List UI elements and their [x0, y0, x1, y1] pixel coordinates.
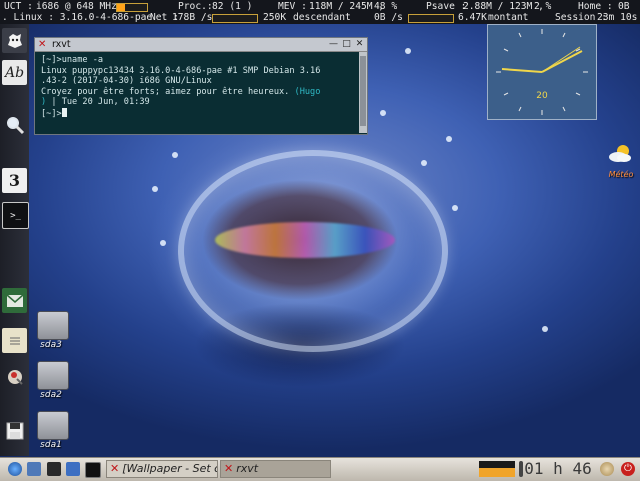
left-dock: Ab 3 >_ [0, 24, 29, 456]
download-bar [212, 14, 258, 23]
console-icon[interactable] [85, 462, 101, 478]
water-drop [152, 186, 158, 192]
weather-widget[interactable]: Météo [606, 140, 636, 180]
taskbar-clock[interactable]: 01 h 46 [524, 459, 592, 479]
psave-percent: 2 % [534, 1, 552, 12]
conky-status-bar: UCT : i686 @ 648 MHz Proc.: 82 (1 ) MEV … [0, 0, 640, 24]
terminal-line: [~]>uname -a [41, 55, 104, 65]
drive-sda2-label: sda2 [40, 390, 62, 400]
drive-sda1-label: sda1 [40, 440, 62, 450]
water-drop [172, 152, 178, 158]
puppy-logo-icon[interactable] [2, 28, 27, 53]
power-icon[interactable]: ⏻ [621, 462, 635, 476]
file-manager-icon[interactable] [66, 462, 80, 476]
maximize-button[interactable]: □ [341, 39, 352, 49]
rxvt-app-icon: ✕ [38, 39, 47, 50]
date-line: | Tue 20 Jun, 01:39 [46, 97, 150, 108]
terminal-line: Croyez pour être forts; aimez pour être … [41, 86, 290, 97]
second-hand [541, 46, 581, 73]
water-drop [160, 240, 166, 246]
task-app-icon: ✕ [110, 462, 120, 475]
download-total: 250K [263, 12, 287, 23]
session-value: 23m 10s [597, 12, 638, 23]
scrollbar-thumb[interactable] [360, 56, 366, 126]
analog-clock-widget: 20 [487, 24, 597, 120]
gauge-icon[interactable] [600, 462, 614, 476]
tray-separator [519, 461, 523, 477]
taskbar: ✕ [Wallpaper - Set c ✕ rxvt 01 h 46 ⏻ [0, 457, 640, 481]
water-drop [405, 48, 411, 54]
terminal-icon[interactable]: >_ [2, 202, 29, 229]
terminal-prompt: [~]> [41, 108, 62, 119]
weather-label: Météo [608, 170, 634, 179]
show-desktop-icon[interactable] [27, 462, 41, 476]
drive-sda1-icon[interactable] [37, 411, 69, 440]
upload-bar [408, 14, 454, 23]
task-label: [Wallpaper - Set c [122, 462, 218, 475]
menu-globe-icon[interactable] [8, 462, 22, 476]
puppy-three-icon[interactable]: 3 [2, 168, 27, 193]
proc-value: 82 (1 ) [212, 1, 253, 12]
terminal-title: rxvt [52, 39, 71, 50]
terminal-window[interactable]: ✕ rxvt — □ ✕ [~]>uname -a Linux puppypc1… [34, 37, 368, 135]
weather-icon [609, 145, 631, 162]
net-value: 178B /s [172, 12, 213, 23]
text-cursor [61, 107, 67, 117]
upload-value: 0B /s [374, 12, 403, 23]
camera-icon[interactable] [47, 462, 61, 476]
terminal-titlebar[interactable]: ✕ rxvt — □ ✕ [35, 38, 367, 52]
water-drop [421, 160, 427, 166]
terminal-line: .43-2 (2017-04-30) i686 GNU/Linux [41, 76, 212, 87]
splash-reflection [215, 222, 395, 258]
memory-monitor [479, 461, 515, 477]
cpu-load-bar [116, 3, 148, 12]
abiword-icon[interactable]: Ab [2, 60, 27, 85]
quote-author: (Hugo [289, 86, 321, 97]
terminal-scrollbar[interactable] [359, 52, 367, 133]
minimize-button[interactable]: — [328, 39, 339, 49]
task-rxvt[interactable]: ✕ rxvt [220, 460, 331, 478]
floppy-icon[interactable] [2, 418, 27, 443]
hour-hand [501, 68, 543, 73]
task-label: rxvt [236, 462, 259, 475]
terminal-output[interactable]: [~]>uname -a Linux puppypc13434 3.16.0-4… [35, 52, 359, 133]
paint-icon[interactable] [2, 364, 27, 389]
clock-date: 20 [536, 91, 548, 101]
kernel-info: . Linux : 3.16.0-4-686-pae [2, 12, 153, 23]
mail-icon[interactable] [2, 288, 27, 313]
water-drop [380, 110, 386, 116]
close-button[interactable]: ✕ [354, 39, 365, 49]
search-icon[interactable] [2, 112, 27, 137]
drive-sda3-label: sda3 [40, 340, 62, 350]
task-app-icon: ✕ [224, 462, 234, 475]
water-drop [542, 326, 548, 332]
clock-face [496, 29, 588, 115]
notes-icon[interactable] [2, 328, 27, 353]
terminal-line: Linux puppypc13434 3.16.0-4-686-pae #1 S… [41, 65, 321, 76]
memory-fill [479, 468, 515, 477]
drive-sda2-icon[interactable] [37, 361, 69, 390]
drive-sda3-icon[interactable] [37, 311, 69, 340]
download-label: descendant [293, 12, 351, 23]
water-drop [446, 136, 452, 142]
water-drop [452, 205, 458, 211]
upload-total: 6.47K [458, 12, 487, 23]
upload-label: montant [488, 12, 529, 23]
minute-hand [541, 50, 583, 73]
task-wallpaper[interactable]: ✕ [Wallpaper - Set c [106, 460, 218, 478]
cpu-load-fill [117, 4, 125, 11]
